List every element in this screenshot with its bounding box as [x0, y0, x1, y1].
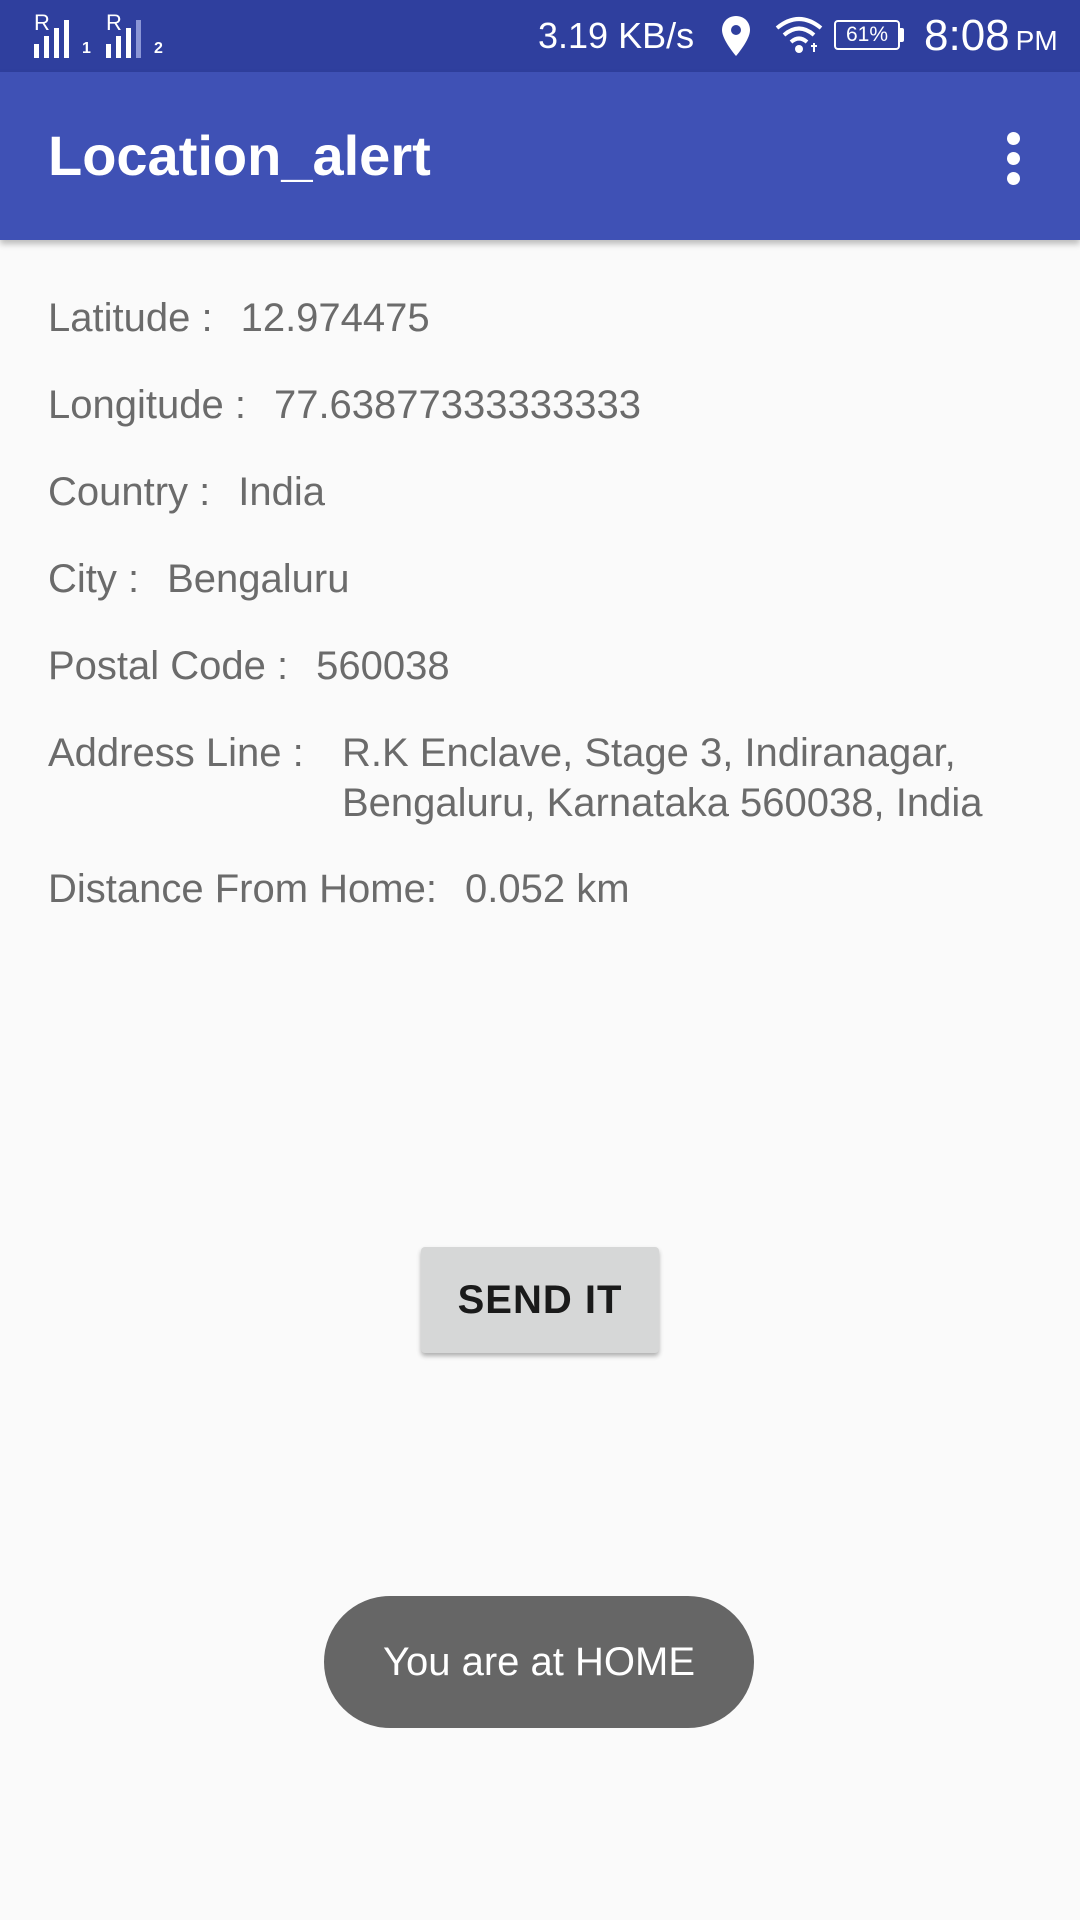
battery-tip	[900, 28, 904, 42]
country-row: Country : India	[48, 467, 325, 517]
clock-ampm: PM	[1015, 25, 1058, 56]
distance-row: Distance From Home: 0.052 km	[48, 864, 630, 914]
more-vert-icon[interactable]	[996, 130, 1032, 186]
app-bar: Location_alert	[0, 72, 1080, 240]
address-value: R.K Enclave, Stage 3, Indiranagar, Benga…	[342, 731, 983, 825]
country-value: India	[238, 470, 326, 514]
longitude-value: 77.63877333333333	[273, 383, 642, 427]
latitude-value: 12.974475	[240, 296, 430, 340]
distance-value: 0.052 km	[464, 867, 630, 911]
latitude-label: Latitude :	[48, 296, 213, 340]
sim2-label: 2	[154, 40, 163, 57]
wifi-icon	[775, 17, 823, 53]
location-icon	[722, 16, 750, 56]
latitude-row: Latitude : 12.974475	[48, 293, 430, 343]
home-toast: You are at HOME	[324, 1596, 754, 1728]
send-it-button[interactable]: SEND IT	[421, 1247, 659, 1353]
postal-code-value: 560038	[316, 644, 450, 688]
longitude-row: Longitude : 77.63877333333333	[48, 380, 641, 430]
address-label: Address Line :	[48, 731, 304, 775]
country-label: Country :	[48, 470, 211, 514]
app-title: Location_alert	[48, 124, 431, 187]
city-row: City : Bengaluru	[48, 554, 350, 604]
clock: 8:08 PM	[924, 10, 1058, 67]
network-speed: 3.19 KB/s	[538, 15, 695, 56]
city-label: City :	[48, 557, 140, 601]
postal-code-row: Postal Code : 560038	[48, 641, 450, 691]
longitude-label: Longitude :	[48, 383, 246, 427]
clock-time: 8:08	[924, 11, 1010, 60]
postal-code-label: Postal Code :	[48, 644, 289, 688]
battery-icon: 61%	[834, 20, 900, 50]
signal-icon-sim2: R	[106, 12, 146, 58]
sim1-label: 1	[82, 40, 91, 57]
status-bar: R 1 R 2 3.19 KB/s 61% 8:08 PM	[0, 0, 1080, 72]
distance-label: Distance From Home:	[48, 867, 437, 911]
city-value: Bengaluru	[167, 557, 350, 601]
signal-icon: R	[34, 12, 74, 58]
